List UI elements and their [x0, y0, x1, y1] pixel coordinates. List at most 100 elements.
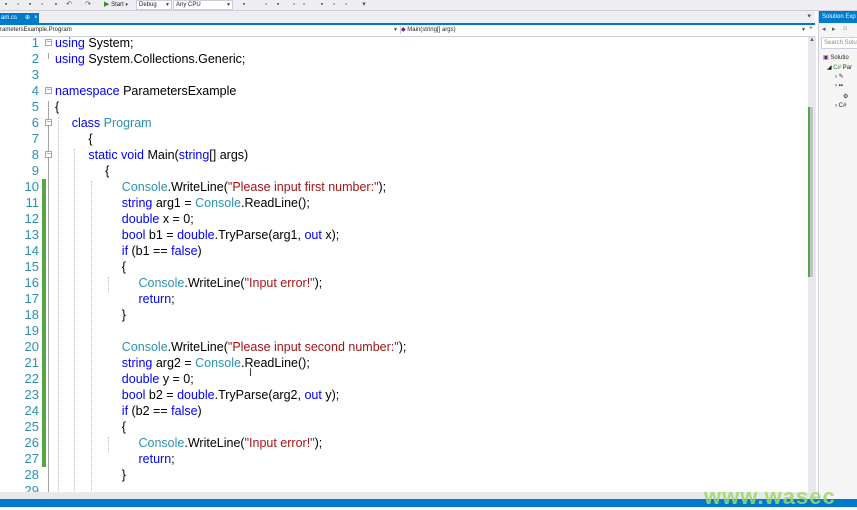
pin-icon[interactable]: ⊕ [25, 15, 30, 21]
keyword-token: bool [121, 228, 146, 242]
change-indicator [42, 371, 46, 387]
code-line[interactable]: 23 bool b2 = double.TryParse(arg2, out y)… [0, 387, 808, 403]
solution-search-input[interactable]: Search Solut [821, 37, 857, 49]
code-line[interactable]: 9{ [0, 163, 808, 179]
change-marker [808, 107, 810, 277]
code-line[interactable]: 25 { [0, 419, 808, 435]
string-token: "Please input second number:" [227, 340, 399, 354]
tree-item-properties[interactable]: › ✎ [835, 73, 844, 80]
code-line[interactable]: 21 string arg2 = Console.ReadLine(); [0, 355, 808, 371]
config-select[interactable]: Debug ▼ [136, 0, 172, 10]
code-line[interactable]: 28} [0, 467, 808, 483]
line-number: 16 [24, 275, 39, 290]
line-number: 4 [31, 83, 39, 98]
change-indicator [42, 339, 46, 355]
code-token: .WriteLine( [167, 180, 228, 194]
code-token: System.Collections.Generic; [88, 52, 246, 66]
code-line[interactable]: 7{ [0, 131, 808, 147]
back-icon[interactable]: ◂ [822, 25, 826, 33]
bookmark-prev-icon[interactable]: ▪ [318, 1, 326, 8]
code-text: Console.WriteLine("Please input first nu… [122, 179, 386, 195]
keyword-token: class [71, 116, 101, 130]
code-line[interactable]: 5{ [0, 99, 808, 115]
tab-overflow-icon[interactable]: ▾ [807, 12, 811, 20]
code-line[interactable]: 15 { [0, 259, 808, 275]
csharp-file-icon: C# [838, 103, 847, 109]
tree-item-program[interactable]: › C# [835, 103, 846, 109]
code-token: ; [171, 292, 175, 306]
code-token: .WriteLine( [184, 276, 245, 290]
tab-program-cs[interactable]: am.cs ⊕ × [0, 13, 39, 23]
split-icon[interactable]: + [809, 25, 813, 32]
code-line[interactable]: 14 if (b1 == false) [0, 243, 808, 259]
watermark: www.wasec [704, 484, 836, 509]
comment-icon[interactable]: ▫ [290, 1, 298, 8]
redo-icon[interactable]: ↷ [84, 1, 92, 8]
uncomment-icon[interactable]: ▫ [300, 1, 308, 8]
code-line[interactable]: 1− using System; [0, 37, 808, 51]
save-icon[interactable]: ▪ [2, 1, 10, 8]
code-token: ); [314, 436, 323, 450]
browser-link-icon[interactable]: ▪ [240, 1, 248, 8]
code-editor[interactable]: I 1− using System; 2 using System.Collectio… [0, 37, 808, 492]
start-button[interactable]: ▶ Start ▾ [104, 0, 128, 10]
code-line[interactable]: 27 return; [0, 451, 808, 467]
code-line[interactable]: 26 Console.WriteLine("Input error!"); [0, 435, 808, 451]
code-line[interactable]: 20 Console.WriteLine("Please input second… [0, 339, 808, 355]
collapse-icon[interactable]: − [45, 151, 52, 158]
code-text: double x = 0; [122, 211, 194, 227]
tree-item-solution[interactable]: ▣ Solutio [823, 54, 849, 61]
collapse-icon[interactable]: − [45, 119, 52, 126]
code-line[interactable]: 6− class Program [0, 115, 808, 131]
save-all-icon[interactable]: ▪ [26, 1, 34, 8]
code-line[interactable]: 13 bool b1 = double.TryParse(arg1, out x)… [0, 227, 808, 243]
close-icon[interactable]: × [34, 15, 38, 21]
code-line[interactable]: 17 return; [0, 291, 808, 307]
start-dropdown-icon[interactable]: ▾ [125, 2, 128, 8]
document-tab-row: am.cs ⊕ × ▾ [0, 11, 815, 25]
scroll-up-icon[interactable]: ▲ [809, 37, 815, 43]
code-line[interactable]: 3 [0, 67, 808, 83]
find-icon[interactable]: ▫ [262, 1, 270, 8]
tree-item-references[interactable]: › ▪▪ [835, 83, 843, 89]
forward-icon[interactable]: ▸ [832, 25, 836, 33]
bookmark-icon[interactable]: ▪ [274, 1, 282, 8]
code-line[interactable]: 12 double x = 0; [0, 211, 808, 227]
collapse-icon[interactable]: − [45, 39, 52, 46]
code-line[interactable]: 22 double y = 0; [0, 371, 808, 387]
new-project-icon[interactable]: ▫ [14, 1, 22, 8]
member-dropdown[interactable]: ◆ Main(string[] args) ▼ [401, 26, 808, 34]
code-line[interactable]: 4− namespace ParametersExample [0, 83, 808, 99]
tree-item-project[interactable]: ◢ C# Par [827, 64, 852, 71]
undo-icon[interactable]: ↶ [65, 1, 73, 8]
keyword-token: double [121, 212, 160, 226]
code-line[interactable]: 29 [0, 483, 808, 492]
line-number: 23 [24, 387, 39, 402]
code-text: using System; [55, 37, 134, 51]
code-line[interactable]: 19 [0, 323, 808, 339]
code-line[interactable]: 8− static void Main(string[] args) [0, 147, 808, 163]
code-line[interactable]: 24 if (b2 == false) [0, 403, 808, 419]
home-icon[interactable]: ⌂ [843, 25, 847, 32]
bookmark-clear-icon[interactable]: ▫ [342, 1, 350, 8]
line-number: 27 [24, 451, 39, 466]
horizontal-scrollbar[interactable] [0, 492, 816, 499]
code-line[interactable]: 18} [0, 307, 808, 323]
code-line[interactable]: 16 Console.WriteLine("Input error!"); [0, 275, 808, 291]
tree-item-appconfig[interactable]: ⚙ [843, 93, 848, 100]
type-dropdown[interactable]: rametersExample.Program ▼ [0, 26, 401, 34]
vertical-scrollbar[interactable]: ▲ [808, 37, 816, 492]
code-line[interactable]: 10 Console.WriteLine("Please input first … [0, 179, 808, 195]
collapse-icon[interactable]: − [45, 87, 52, 94]
open-icon[interactable]: ▫ [38, 1, 46, 8]
config-value: Debug [139, 2, 157, 8]
code-line[interactable]: 11 string arg1 = Console.ReadLine(); [0, 195, 808, 211]
code-token: ParametersExample [119, 84, 237, 98]
bookmark-next-icon[interactable]: ▫ [330, 1, 338, 8]
tree-item-label: Par [842, 65, 852, 71]
toolbar-overflow-icon[interactable]: ▾ [360, 1, 368, 8]
cut-icon[interactable]: ▪ [52, 1, 60, 8]
line-number: 21 [24, 355, 39, 370]
code-line[interactable]: 2 using System.Collections.Generic; [0, 51, 808, 67]
platform-select[interactable]: Any CPU ▼ [173, 0, 233, 10]
